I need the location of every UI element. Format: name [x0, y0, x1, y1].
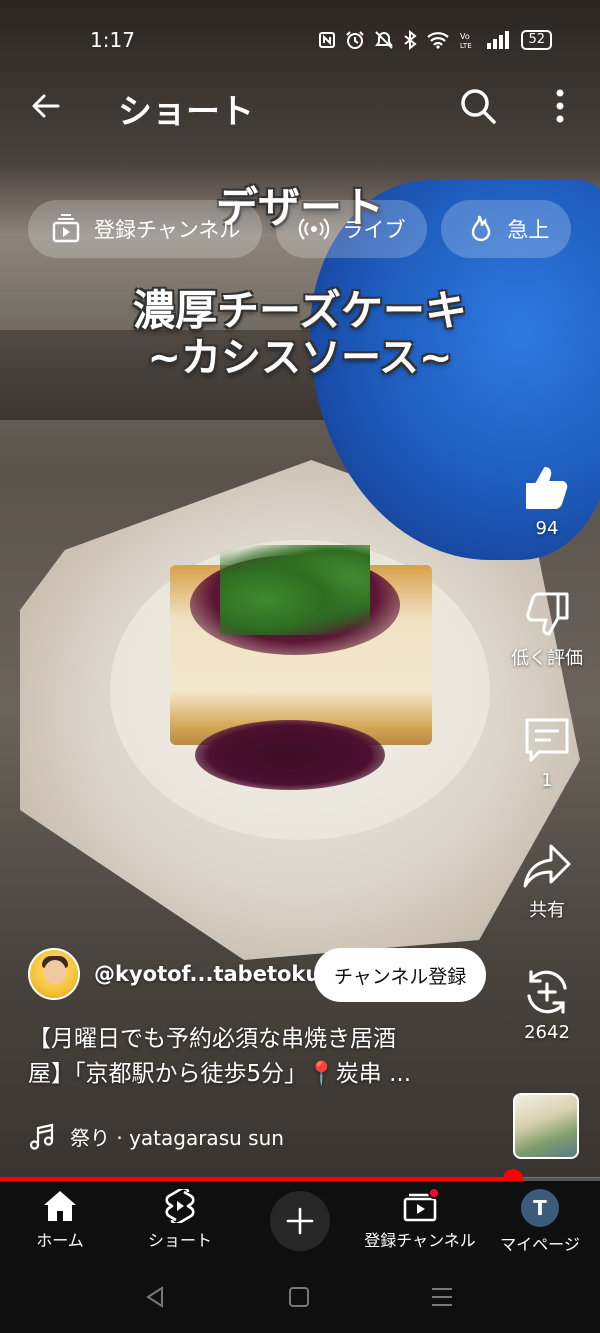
system-back-icon[interactable]	[144, 1285, 166, 1309]
chip-label: 急上	[507, 218, 550, 242]
description-line-1: 【月曜日でも予約必須な串焼き居酒	[28, 1026, 396, 1052]
video-sauce-pool	[195, 720, 385, 790]
chip-trending[interactable]: 急上	[441, 200, 572, 258]
channel-name[interactable]: @kyotof...tabetoku	[94, 962, 320, 986]
wifi-icon	[427, 32, 450, 49]
chip-subscriptions[interactable]: 登録チャンネル	[28, 200, 263, 258]
nfc-icon	[319, 32, 336, 48]
music-row[interactable]: 祭り · yatagarasu sun	[28, 1122, 284, 1151]
create-button[interactable]	[270, 1191, 330, 1251]
alarm-icon	[346, 31, 365, 49]
search-icon[interactable]	[458, 86, 498, 126]
remix-count: 2642	[524, 1022, 570, 1043]
remix-icon	[527, 970, 567, 1014]
nav-shorts-label: ショート	[147, 1231, 212, 1250]
trending-icon	[472, 215, 491, 242]
comment-count: 1	[541, 770, 553, 791]
filter-chips: 登録チャンネル ライブ 急上	[28, 200, 572, 258]
battery-indicator: 52	[521, 30, 552, 50]
video-mint-leaves	[220, 545, 370, 635]
thumb-up-icon	[526, 467, 568, 509]
notification-dot	[428, 1187, 440, 1199]
dislike-label: 低く評価	[511, 648, 583, 669]
share-button[interactable]: 共有	[500, 840, 594, 922]
video-description[interactable]: 【月曜日でも予約必須な串焼き居酒 屋】「京都駅から徒歩5分」📍炭串 ...	[28, 1022, 498, 1092]
status-time: 1:17	[90, 28, 135, 52]
music-title: 祭り · yatagarasu sun	[70, 1126, 284, 1150]
channel-avatar[interactable]	[28, 948, 80, 1000]
system-recents-icon[interactable]	[431, 1285, 453, 1309]
volte-icon: VoLTE	[460, 32, 472, 50]
thumb-down-icon	[526, 592, 569, 636]
bottom-navigation: ホーム ショート 登録チャンネル T マイページ	[0, 1181, 600, 1261]
status-icons: Vo LTE 52	[318, 30, 552, 50]
profile-avatar: T	[521, 1189, 559, 1227]
home-icon	[44, 1191, 76, 1221]
comments-button[interactable]: 1	[500, 714, 594, 791]
mute-icon	[375, 31, 394, 49]
remix-button[interactable]: 2642	[500, 966, 594, 1043]
system-home-icon[interactable]	[288, 1285, 310, 1309]
video-caption-line3: ~カシスソース~	[147, 335, 453, 381]
music-note-icon	[29, 1123, 54, 1150]
more-vert-icon[interactable]	[546, 86, 574, 126]
nav-profile[interactable]: T マイページ	[480, 1181, 600, 1255]
system-navigation	[0, 1261, 600, 1333]
svg-text:Vo: Vo	[460, 32, 470, 41]
bluetooth-icon	[404, 30, 418, 50]
like-count: 94	[535, 518, 559, 539]
nav-shorts[interactable]: ショート	[120, 1181, 240, 1251]
shorts-icon	[165, 1189, 195, 1223]
chip-live[interactable]: ライブ	[276, 200, 428, 258]
status-bar: 1:17 Vo LTE 52	[0, 0, 600, 80]
description-line-2: 屋】「京都駅から徒歩5分」📍炭串 ...	[28, 1061, 412, 1087]
svg-text:LTE: LTE	[460, 42, 472, 50]
subscribe-button[interactable]: チャンネル登録	[314, 948, 487, 1002]
share-label: 共有	[529, 900, 565, 921]
page-title: ショート	[118, 92, 254, 132]
music-thumbnail[interactable]	[513, 1093, 579, 1159]
plus-icon	[286, 1207, 314, 1235]
subscriptions-icon	[52, 214, 80, 243]
dislike-button[interactable]: 低く評価	[500, 588, 594, 670]
chip-label: 登録チャンネル	[94, 218, 241, 242]
nav-home[interactable]: ホーム	[0, 1181, 120, 1251]
live-icon	[299, 218, 330, 240]
nav-subscriptions-label: 登録チャンネル	[364, 1231, 476, 1250]
nav-profile-label: マイページ	[500, 1235, 580, 1254]
nav-home-label: ホーム	[36, 1231, 84, 1250]
share-icon	[523, 844, 571, 888]
signal-icon	[487, 31, 510, 49]
chip-label: ライブ	[342, 218, 406, 242]
nav-subscriptions[interactable]: 登録チャンネル	[360, 1181, 480, 1251]
avatar-face	[44, 960, 66, 984]
back-arrow-icon[interactable]	[28, 88, 64, 124]
top-app-bar: ショート	[0, 76, 600, 136]
like-button[interactable]: 94	[500, 462, 594, 539]
comment-icon	[525, 718, 569, 762]
